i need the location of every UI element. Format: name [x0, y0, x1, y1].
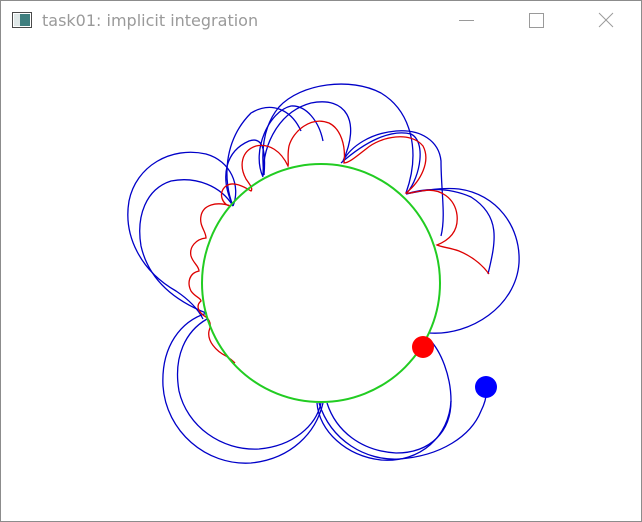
minimize-button[interactable] [443, 1, 489, 39]
app-window: task01: implicit integration [0, 0, 642, 522]
minimize-icon [459, 20, 474, 21]
red-trajectory [188, 120, 490, 364]
title-bar[interactable]: task01: implicit integration [1, 1, 641, 39]
maximize-icon [529, 13, 544, 28]
red-ball [412, 336, 434, 358]
close-button[interactable] [583, 1, 629, 39]
simulation-canvas[interactable] [1, 39, 641, 521]
window-title: task01: implicit integration [42, 11, 259, 30]
blue-ball [475, 376, 497, 398]
app-window-icon [12, 12, 32, 28]
maximize-button[interactable] [513, 1, 559, 39]
green-circle [201, 163, 441, 403]
blue-trajectory [127, 83, 520, 464]
close-icon [598, 12, 614, 28]
